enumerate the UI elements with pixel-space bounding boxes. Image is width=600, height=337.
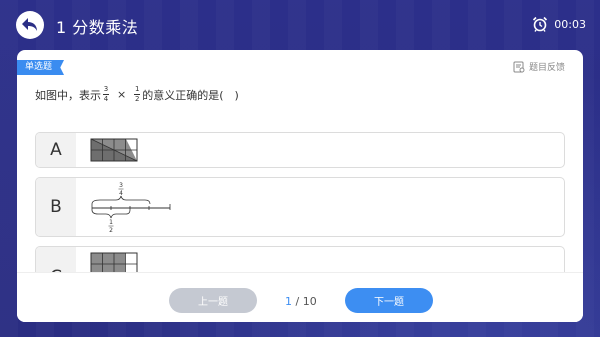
page-separator: / xyxy=(292,295,303,308)
question-prefix: 如图中，表示 xyxy=(35,88,101,102)
previous-question-button[interactable]: 上一题 xyxy=(169,288,257,313)
option-b[interactable]: B 3 4 1 2 xyxy=(35,177,565,237)
lower-fraction-numerator: 1 xyxy=(109,219,113,226)
option-b-diagram: 3 4 1 2 xyxy=(91,182,171,234)
option-a[interactable]: A xyxy=(35,132,565,168)
question-card: 单选题 题目反馈 如图中，表示 3 4 × 1 2 的意义正确的是( ) A B… xyxy=(17,50,583,322)
pagination-bar: 上一题 1 / 10 下一题 xyxy=(17,272,583,322)
times-sign: × xyxy=(117,88,127,101)
upper-fraction-denominator: 4 xyxy=(119,190,123,197)
header-bar: 1 分数乘法 00:03 xyxy=(0,0,600,50)
fraction-three-fourths: 3 4 xyxy=(103,86,109,103)
fraction-one-half: 1 2 xyxy=(134,85,141,103)
page-title: 1 分数乘法 xyxy=(56,18,139,37)
feedback-label: 题目反馈 xyxy=(528,63,565,73)
option-letter: B xyxy=(36,178,76,236)
back-button[interactable] xyxy=(16,11,44,39)
timer: 00:03 xyxy=(532,16,586,32)
fraction-numerator: 3 xyxy=(103,85,109,93)
feedback-icon xyxy=(513,61,525,72)
option-letter: A xyxy=(36,133,76,167)
question-suffix: 的意义正确的是( ) xyxy=(142,88,239,102)
alarm-clock-icon xyxy=(533,16,548,32)
page-indicator: 1 / 10 xyxy=(285,295,317,308)
feedback-button[interactable]: 题目反馈 xyxy=(513,60,565,73)
current-page: 1 xyxy=(285,295,292,308)
question-type-badge: 单选题 xyxy=(17,60,65,75)
option-a-diagram xyxy=(90,138,138,162)
upper-fraction-numerator: 3 xyxy=(119,182,123,189)
fraction-denominator: 4 xyxy=(103,95,109,103)
lower-fraction-denominator: 2 xyxy=(109,227,113,234)
next-question-button[interactable]: 下一题 xyxy=(345,288,433,313)
question-text: 如图中，表示 3 4 × 1 2 的意义正确的是( ) xyxy=(35,86,239,103)
fraction-numerator: 1 xyxy=(134,85,140,93)
back-arrow-icon xyxy=(22,18,37,31)
timer-text: 00:03 xyxy=(554,17,586,31)
total-pages: 10 xyxy=(302,295,317,308)
fraction-denominator: 2 xyxy=(134,95,140,103)
